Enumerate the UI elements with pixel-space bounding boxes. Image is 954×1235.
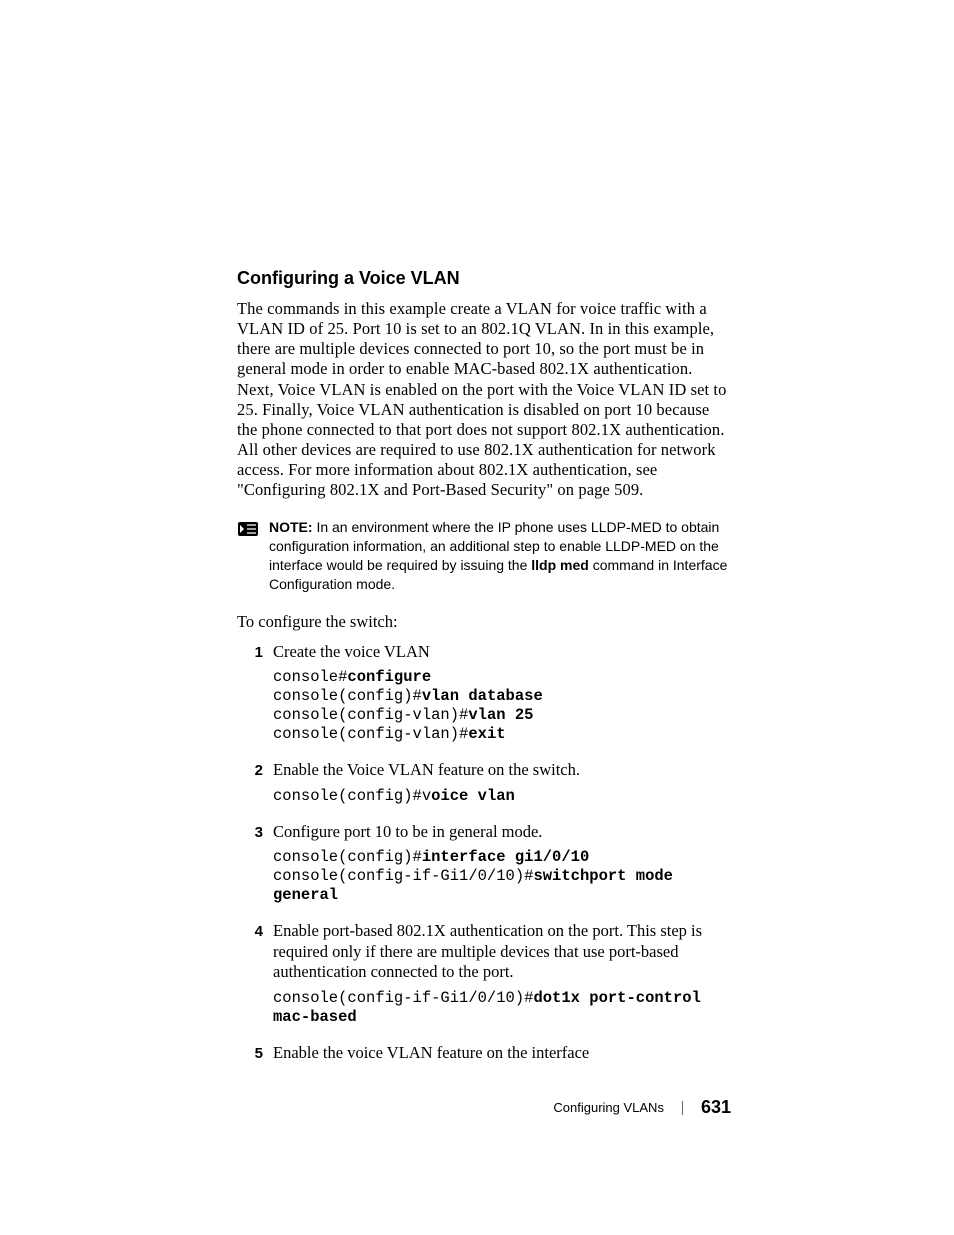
cmd-prompt: console(config)#v xyxy=(273,787,431,805)
step-body: Configure port 10 to be in general mode.… xyxy=(273,822,731,915)
note-text: NOTE: In an environment where the IP pho… xyxy=(269,518,731,594)
command-line: console#configure xyxy=(273,668,731,687)
cmd-prompt: console(config-if-Gi1/0/10)# xyxy=(273,867,533,885)
command-line: console(config)#vlan database xyxy=(273,687,731,706)
step-description: Configure port 10 to be in general mode. xyxy=(273,822,731,843)
command-line: console(config-if-Gi1/0/10)#dot1x port-c… xyxy=(273,989,731,1027)
cmd-input: exit xyxy=(468,725,505,743)
cmd-input: vlan 25 xyxy=(468,706,533,724)
command-line: console(config-if-Gi1/0/10)#switchport m… xyxy=(273,867,731,905)
intro-paragraph: The commands in this example create a VL… xyxy=(237,299,731,500)
step-number: 1 xyxy=(237,642,263,661)
command-line: console(config-vlan)#vlan 25 xyxy=(273,706,731,725)
step-body: Create the voice VLAN console#configure … xyxy=(273,642,731,754)
note-icon xyxy=(237,519,261,539)
cmd-input: vlan database xyxy=(422,687,543,705)
step-description: Create the voice VLAN xyxy=(273,642,731,663)
step-item: 5 Enable the voice VLAN feature on the i… xyxy=(237,1043,731,1070)
step-item: 1 Create the voice VLAN console#configur… xyxy=(237,642,731,754)
cmd-prompt: console(config)# xyxy=(273,687,422,705)
step-number: 2 xyxy=(237,760,263,779)
page-root: Configuring a Voice VLAN The commands in… xyxy=(0,0,954,1235)
note-inline-command: lldp med xyxy=(531,557,589,573)
footer-separator xyxy=(682,1101,683,1115)
cmd-input: interface gi1/0/10 xyxy=(422,848,589,866)
step-description: Enable port-based 802.1X authentication … xyxy=(273,921,731,983)
cmd-prompt: console# xyxy=(273,668,347,686)
footer-page-number: 631 xyxy=(701,1097,731,1118)
step-number: 4 xyxy=(237,921,263,940)
step-number: 3 xyxy=(237,822,263,841)
command-block: console#configure console(config)#vlan d… xyxy=(273,668,731,744)
steps-list: 1 Create the voice VLAN console#configur… xyxy=(237,642,731,1069)
note-block: NOTE: In an environment where the IP pho… xyxy=(237,518,731,594)
section-heading: Configuring a Voice VLAN xyxy=(237,268,731,289)
step-body: Enable port-based 802.1X authentication … xyxy=(273,921,731,1037)
step-body: Enable the voice VLAN feature on the int… xyxy=(273,1043,731,1070)
cmd-input: configure xyxy=(347,668,431,686)
step-item: 2 Enable the Voice VLAN feature on the s… xyxy=(237,760,731,816)
command-line: console(config-vlan)#exit xyxy=(273,725,731,744)
cmd-input: oice vlan xyxy=(431,787,515,805)
cmd-prompt: console(config-if-Gi1/0/10)# xyxy=(273,989,533,1007)
cmd-prompt: console(config)# xyxy=(273,848,422,866)
page-footer: Configuring VLANs 631 xyxy=(553,1097,731,1118)
note-label: NOTE: xyxy=(269,519,313,535)
command-line: console(config)#voice vlan xyxy=(273,787,731,806)
command-block: console(config-if-Gi1/0/10)#dot1x port-c… xyxy=(273,989,731,1027)
step-body: Enable the Voice VLAN feature on the swi… xyxy=(273,760,731,816)
cmd-prompt: console(config-vlan)# xyxy=(273,725,468,743)
step-item: 3 Configure port 10 to be in general mod… xyxy=(237,822,731,915)
step-description: Enable the Voice VLAN feature on the swi… xyxy=(273,760,731,781)
step-description: Enable the voice VLAN feature on the int… xyxy=(273,1043,731,1064)
command-block: console(config)#voice vlan xyxy=(273,787,731,806)
command-block: console(config)#interface gi1/0/10 conso… xyxy=(273,848,731,905)
command-line: console(config)#interface gi1/0/10 xyxy=(273,848,731,867)
steps-lead-in: To configure the switch: xyxy=(237,612,731,632)
step-item: 4 Enable port-based 802.1X authenticatio… xyxy=(237,921,731,1037)
cmd-prompt: console(config-vlan)# xyxy=(273,706,468,724)
step-number: 5 xyxy=(237,1043,263,1062)
footer-section-title: Configuring VLANs xyxy=(553,1100,664,1115)
